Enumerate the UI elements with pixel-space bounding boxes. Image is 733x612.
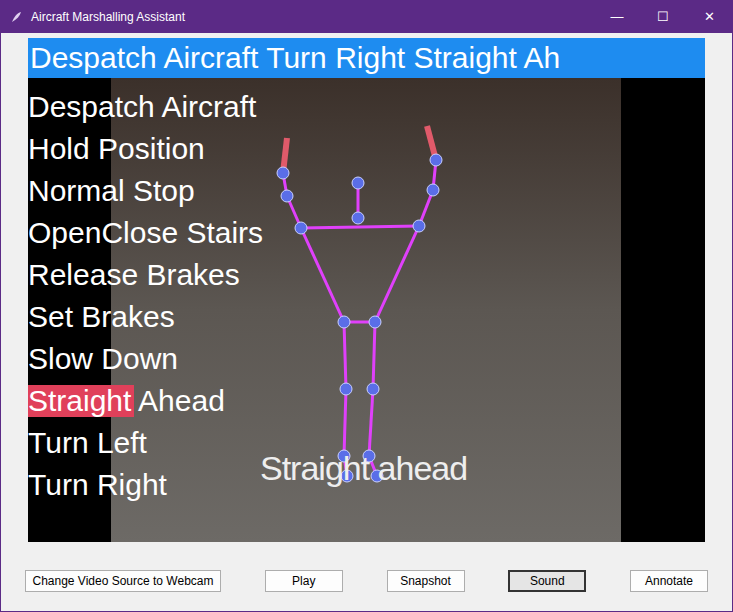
feather-icon: [9, 10, 23, 24]
gesture-item: Release Brakes: [28, 254, 263, 296]
prediction-label: Straight ahead: [260, 443, 467, 494]
banner: Despatch Aircraft Turn Right Straight Ah: [28, 38, 705, 78]
gesture-item: Turn Right: [28, 464, 263, 506]
video-area: Despatch AircraftHold PositionNormal Sto…: [28, 78, 705, 542]
toolbar-button[interactable]: Play: [265, 570, 343, 592]
gesture-item: Straight Ahead: [28, 380, 263, 422]
gesture-item: Turn Left: [28, 422, 263, 464]
gesture-item: OpenClose Stairs: [28, 212, 263, 254]
gesture-item: Slow Down: [28, 338, 263, 380]
gesture-item: Despatch Aircraft: [28, 86, 263, 128]
content: Despatch Aircraft Turn Right Straight Ah…: [1, 33, 732, 611]
gesture-item: Normal Stop: [28, 170, 263, 212]
window-control[interactable]: —: [594, 1, 640, 33]
button-bar: Change Video Source to Webcam Play Snapsho…: [25, 570, 708, 592]
toolbar-button[interactable]: Change Video Source to Webcam: [25, 570, 221, 592]
gesture-item: Hold Position: [28, 128, 263, 170]
video-frame: Despatch Aircraft Turn Right Straight Ah…: [28, 38, 705, 542]
title-bar: Aircraft Marshalling Assistant —☐✕: [1, 1, 732, 33]
toolbar-button[interactable]: Annotate: [630, 570, 708, 592]
toolbar-button[interactable]: Snapshot: [387, 570, 465, 592]
window-control[interactable]: ☐: [640, 1, 686, 33]
window-title: Aircraft Marshalling Assistant: [31, 8, 185, 26]
app-window: Aircraft Marshalling Assistant —☐✕ Despatc…: [0, 0, 733, 612]
toolbar-button[interactable]: Sound: [508, 570, 586, 592]
window-control[interactable]: ✕: [686, 1, 732, 33]
gesture-list: Despatch AircraftHold PositionNormal Sto…: [28, 86, 263, 506]
gesture-item: Set Brakes: [28, 296, 263, 338]
